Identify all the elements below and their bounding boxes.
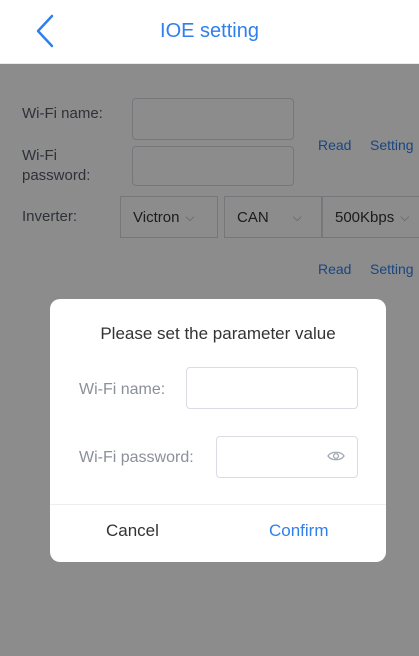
confirm-button[interactable]: Confirm: [269, 521, 329, 541]
dialog-wifi-name-label: Wi-Fi name:: [79, 381, 166, 398]
dialog-wifi-name-input[interactable]: [186, 367, 358, 409]
page-title: IOE setting: [160, 20, 259, 42]
dialog-wifi-password-input[interactable]: [216, 436, 358, 478]
eye-icon[interactable]: [327, 449, 345, 463]
dialog-divider: [50, 504, 386, 505]
parameter-dialog: Please set the parameter value Wi-Fi nam…: [50, 299, 386, 562]
dialog-wifi-password-label: Wi-Fi password:: [79, 449, 194, 466]
header: IOE setting: [0, 0, 419, 64]
dialog-title: Please set the parameter value: [100, 324, 336, 343]
cancel-button[interactable]: Cancel: [106, 521, 159, 541]
